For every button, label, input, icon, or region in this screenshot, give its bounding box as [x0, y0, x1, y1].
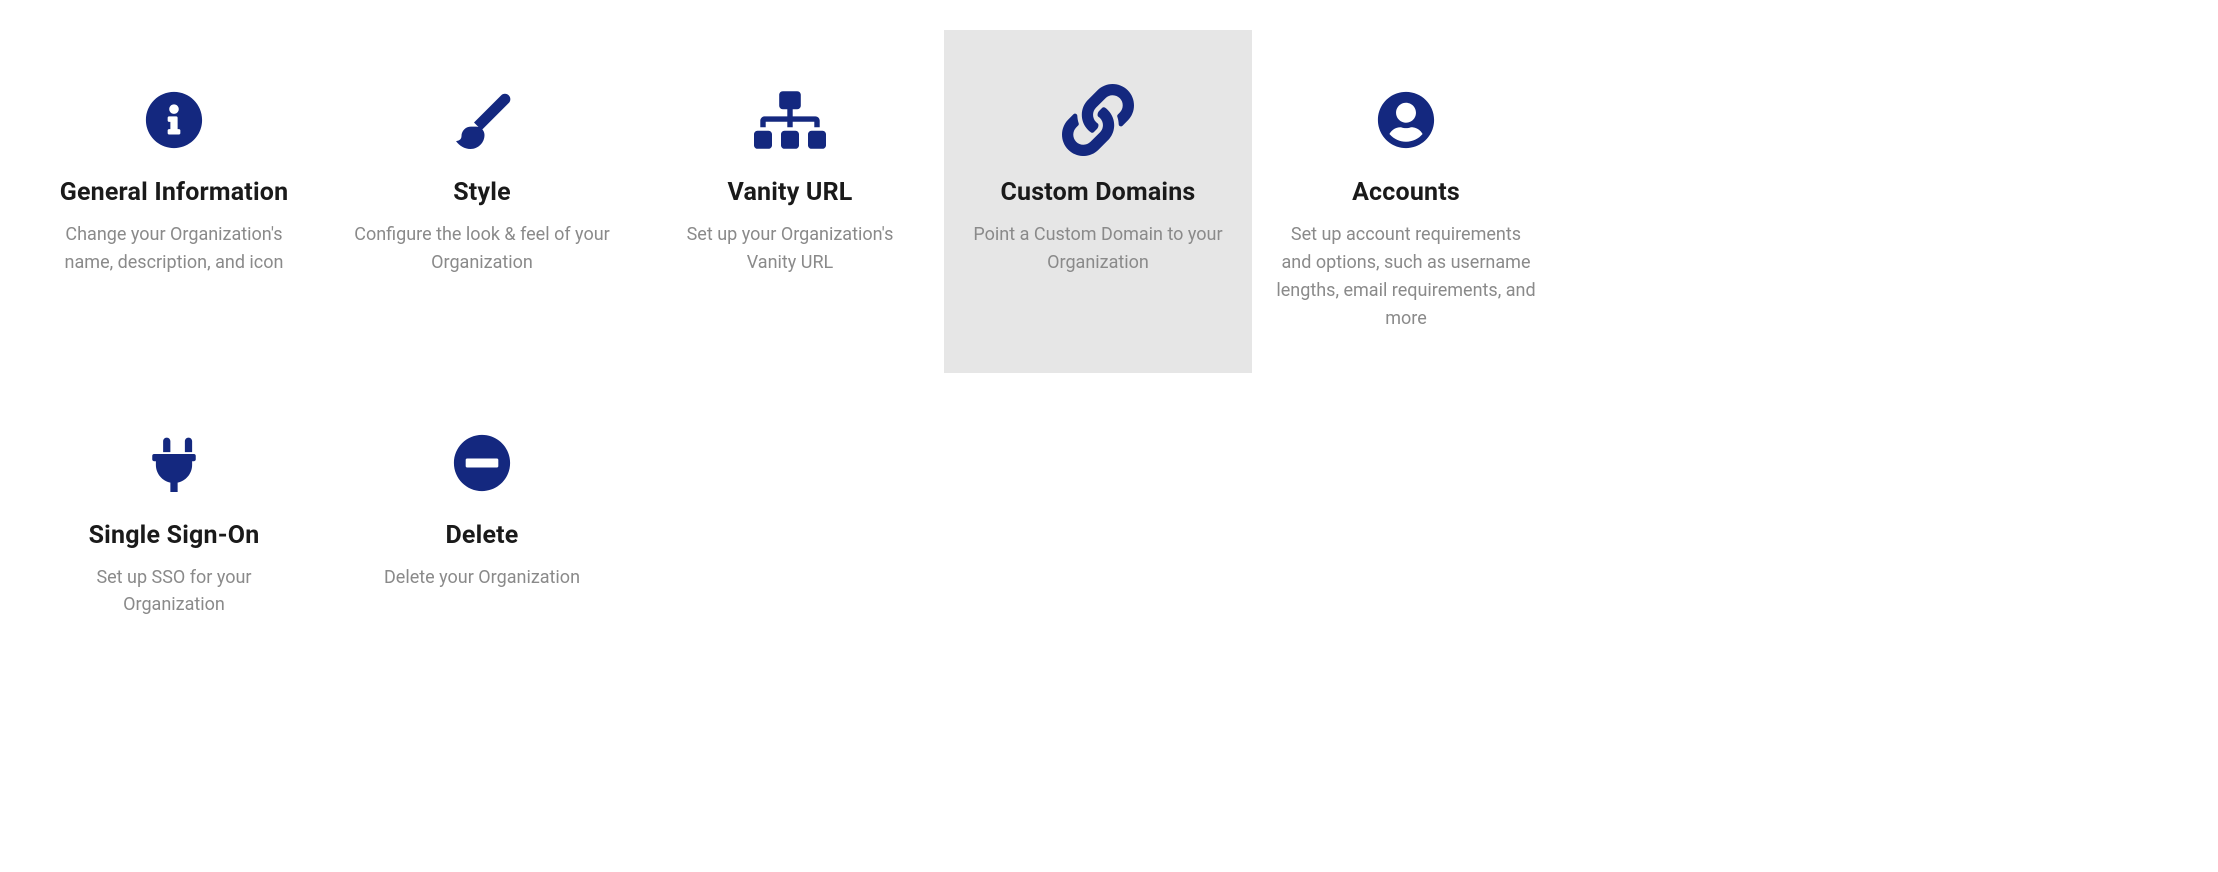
card-single-sign-on[interactable]: Single Sign-On Set up SSO for your Organ… — [20, 373, 328, 660]
card-title: General Information — [60, 178, 289, 207]
card-description: Set up SSO for your Organization — [44, 564, 304, 620]
card-delete[interactable]: Delete Delete your Organization — [328, 373, 636, 660]
card-title: Custom Domains — [1001, 178, 1196, 207]
user-circle-icon — [1377, 80, 1435, 160]
info-icon — [145, 80, 203, 160]
card-description: Configure the look & feel of your Organi… — [352, 221, 612, 277]
link-icon — [1062, 80, 1134, 160]
card-general-information[interactable]: General Information Change your Organiza… — [20, 30, 328, 373]
minus-circle-icon — [453, 423, 511, 503]
card-title: Vanity URL — [727, 178, 852, 207]
card-style[interactable]: Style Configure the look & feel of your … — [328, 30, 636, 373]
card-description: Set up your Organization's Vanity URL — [660, 221, 920, 277]
card-title: Single Sign-On — [89, 521, 260, 550]
card-vanity-url[interactable]: Vanity URL Set up your Organization's Va… — [636, 30, 944, 373]
settings-grid: General Information Change your Organiza… — [20, 30, 1560, 659]
card-accounts[interactable]: Accounts Set up account requirements and… — [1252, 30, 1560, 373]
card-title: Style — [453, 178, 511, 207]
card-description: Change your Organization's name, descrip… — [44, 221, 304, 277]
card-title: Delete — [445, 521, 518, 550]
paint-brush-icon — [450, 80, 514, 160]
sitemap-icon — [754, 80, 826, 160]
plug-icon — [145, 423, 203, 503]
card-description: Delete your Organization — [384, 564, 580, 592]
card-title: Accounts — [1352, 178, 1460, 207]
card-description: Point a Custom Domain to your Organizati… — [968, 221, 1228, 277]
card-description: Set up account requirements and options,… — [1276, 221, 1536, 333]
card-custom-domains[interactable]: Custom Domains Point a Custom Domain to … — [944, 30, 1252, 373]
